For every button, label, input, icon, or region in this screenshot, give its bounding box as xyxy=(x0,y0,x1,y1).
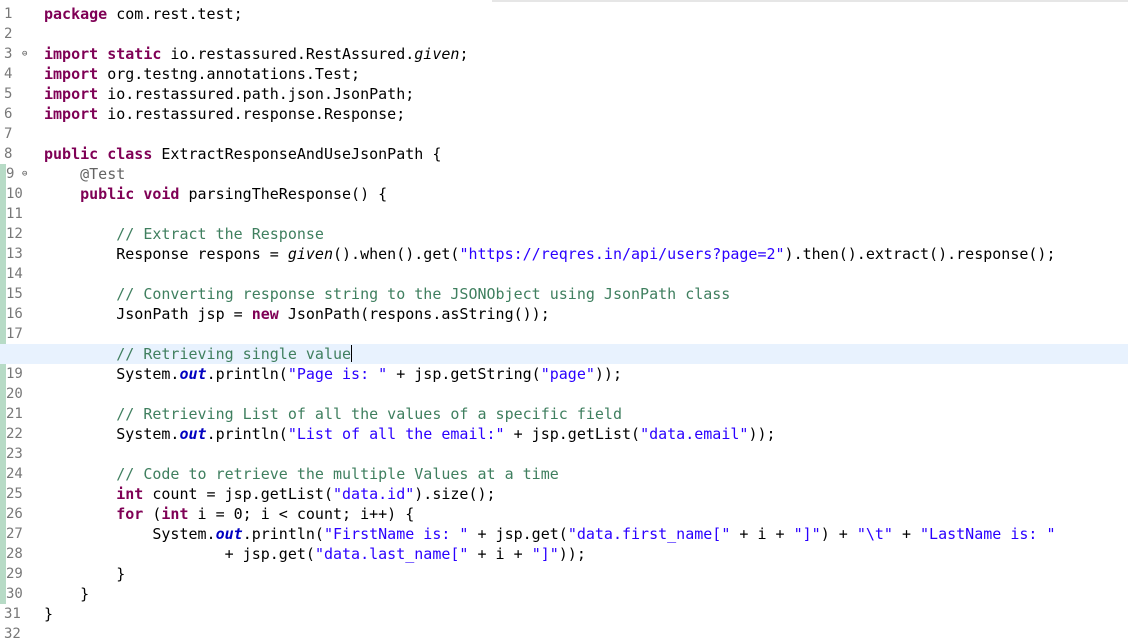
line-number: 28 xyxy=(0,544,40,564)
line-number: 8 xyxy=(4,146,13,162)
line-number: 29 xyxy=(0,564,40,584)
line-number: 19 xyxy=(0,364,40,384)
code-line[interactable] xyxy=(44,24,1128,44)
code-line[interactable]: Response respons = given().when().get("h… xyxy=(44,244,1128,264)
code-line[interactable]: public class ExtractResponseAndUseJsonPa… xyxy=(44,144,1128,164)
line-number: 21 xyxy=(0,404,40,424)
code-line[interactable]: JsonPath jsp = new JsonPath(respons.asSt… xyxy=(44,304,1128,324)
line-number: 13 xyxy=(0,244,40,264)
line-number: 4 xyxy=(4,66,13,82)
line-number: 1 xyxy=(4,6,13,22)
line-number: 11 xyxy=(0,204,40,224)
line-number: 31 xyxy=(4,606,21,622)
line-number: 6 xyxy=(4,106,13,122)
code-line[interactable]: System.out.println("List of all the emai… xyxy=(44,424,1128,444)
code-line[interactable]: @Test xyxy=(44,164,1128,184)
line-number: 25 xyxy=(0,484,40,504)
code-line[interactable] xyxy=(44,124,1128,144)
code-line[interactable]: } xyxy=(44,604,1128,624)
code-line[interactable]: // Retrieving List of all the values of … xyxy=(44,404,1128,424)
fold-minus-icon[interactable]: ⊖ xyxy=(22,168,27,180)
code-line[interactable]: + jsp.get("data.last_name[" + i + "]")); xyxy=(44,544,1128,564)
line-number: 7 xyxy=(4,126,13,142)
line-number: 30 xyxy=(0,584,40,604)
code-line[interactable] xyxy=(44,204,1128,224)
code-line[interactable]: // Extract the Response xyxy=(44,224,1128,244)
line-number-gutter: 1 2 3 ⊖ 4 5 6 7 8 9 ⊖ 10 11 12 13 14 15 16… xyxy=(0,4,40,644)
line-number: 22 xyxy=(0,424,40,444)
code-line[interactable] xyxy=(44,264,1128,284)
line-number: 2 xyxy=(4,26,13,42)
line-number: 14 xyxy=(0,264,40,284)
line-number: 17 xyxy=(0,324,40,344)
code-line[interactable]: public void parsingTheResponse() { xyxy=(44,184,1128,204)
code-line[interactable]: int count = jsp.getList("data.id").size(… xyxy=(44,484,1128,504)
code-line[interactable]: import org.testng.annotations.Test; xyxy=(44,64,1128,84)
code-line[interactable]: System.out.println("FirstName is: " + js… xyxy=(44,524,1128,544)
code-line[interactable]: } xyxy=(44,584,1128,604)
code-line[interactable]: // Converting response string to the JSO… xyxy=(44,284,1128,304)
line-number: 16 xyxy=(0,304,40,324)
text-cursor xyxy=(351,345,353,362)
code-line[interactable] xyxy=(44,624,1128,644)
code-line[interactable] xyxy=(44,384,1128,404)
line-number: 15 xyxy=(0,284,40,304)
line-number: 3 ⊖ xyxy=(4,46,28,62)
code-editor[interactable]: package com.rest.test; import static io.… xyxy=(0,4,1128,644)
code-line[interactable]: for (int i = 0; i < count; i++) { xyxy=(44,504,1128,524)
code-line[interactable]: import io.restassured.response.Response; xyxy=(44,104,1128,124)
line-number: 5 xyxy=(4,86,13,102)
line-number: 24 xyxy=(0,464,40,484)
editor-top-border xyxy=(492,0,1128,2)
code-line[interactable]: System.out.println("Page is: " + jsp.get… xyxy=(44,364,1128,384)
line-number: 12 xyxy=(0,224,40,244)
code-line[interactable]: // Code to retrieve the multiple Values … xyxy=(44,464,1128,484)
line-number: 32 xyxy=(4,626,21,642)
code-line[interactable] xyxy=(44,324,1128,344)
line-number: 27 xyxy=(0,524,40,544)
line-number: 26 xyxy=(0,504,40,524)
code-line[interactable]: import static io.restassured.RestAssured… xyxy=(44,44,1128,64)
code-line[interactable]: } xyxy=(44,564,1128,584)
code-line[interactable]: package com.rest.test; xyxy=(44,4,1128,24)
code-line[interactable] xyxy=(44,444,1128,464)
line-number: 9 ⊖ xyxy=(0,164,40,184)
line-number: 10 xyxy=(0,184,40,204)
current-code-line[interactable]: // Retrieving single value xyxy=(0,344,1128,364)
code-line[interactable]: import io.restassured.path.json.JsonPath… xyxy=(44,84,1128,104)
line-number: 20 xyxy=(0,384,40,404)
line-number: 23 xyxy=(0,444,40,464)
fold-minus-icon[interactable]: ⊖ xyxy=(22,48,27,60)
